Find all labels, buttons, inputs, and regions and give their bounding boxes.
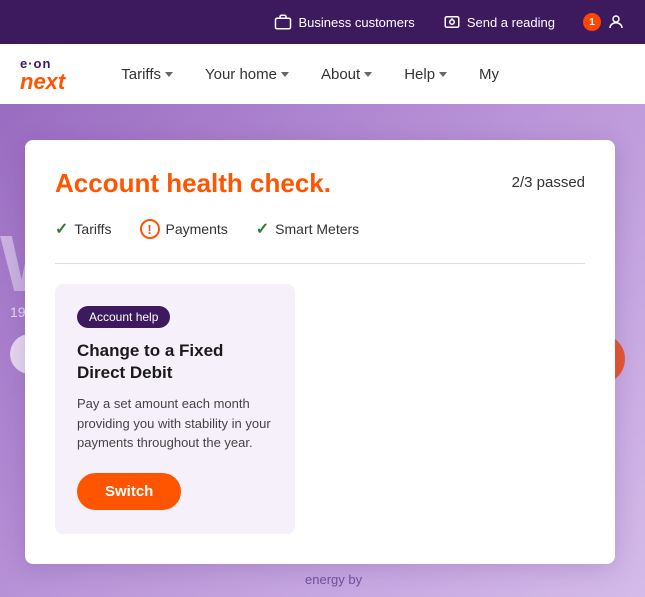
tariffs-chevron-icon [165,72,173,77]
modal-title: Account health check. [55,168,331,199]
check-tariffs-icon: ✓ [55,219,68,239]
health-check-modal: Account health check. 2/3 passed ✓ Tarif… [25,140,615,564]
logo[interactable]: e·on next [20,56,65,93]
tariffs-label: Tariffs [121,66,161,83]
my-label: My [479,66,499,83]
checks-row: ✓ Tariffs ! Payments ✓ Smart Meters [55,219,585,239]
about-label: About [321,66,360,83]
card-description: Pay a set amount each month providing yo… [77,394,273,453]
help-label: Help [404,66,435,83]
nav-help[interactable]: Help [388,44,463,104]
top-bar: Business customers Send a reading 1 [0,0,645,44]
your-home-label: Your home [205,66,277,83]
info-card: Account help Change to a Fixed Direct De… [55,284,295,534]
check-payments: ! Payments [140,219,228,239]
nav-items: Tariffs Your home About Help My [105,44,625,104]
meter-icon [443,13,461,31]
check-payments-icon: ! [140,219,160,239]
help-chevron-icon [439,72,447,77]
check-smart-meters-label: Smart Meters [275,221,359,237]
modal-header: Account health check. 2/3 passed [55,168,585,199]
account-icon [607,13,625,31]
nav-your-home[interactable]: Your home [189,44,305,104]
modal-divider [55,263,585,264]
switch-button[interactable]: Switch [77,473,181,510]
nav-bar: e·on next Tariffs Your home About Help M… [0,44,645,104]
card-badge: Account help [77,306,170,328]
your-home-chevron-icon [281,72,289,77]
check-smart-meters-icon: ✓ [256,219,269,239]
send-reading-label: Send a reading [467,15,555,30]
send-reading-link[interactable]: Send a reading [443,13,555,31]
business-customers-label: Business customers [298,15,414,30]
notification-badge: 1 [583,13,601,31]
nav-about[interactable]: About [305,44,388,104]
check-payments-label: Payments [166,221,228,237]
nav-my[interactable]: My [463,44,515,104]
check-smart-meters: ✓ Smart Meters [256,219,359,239]
notification-area[interactable]: 1 [583,13,625,31]
card-title: Change to a Fixed Direct Debit [77,340,273,384]
about-chevron-icon [364,72,372,77]
nav-tariffs[interactable]: Tariffs [105,44,189,104]
business-customers-link[interactable]: Business customers [274,13,414,31]
modal-passed: 2/3 passed [512,168,585,191]
check-tariffs: ✓ Tariffs [55,219,112,239]
briefcase-icon [274,13,292,31]
logo-next: next [20,71,65,93]
check-tariffs-label: Tariffs [74,221,111,237]
